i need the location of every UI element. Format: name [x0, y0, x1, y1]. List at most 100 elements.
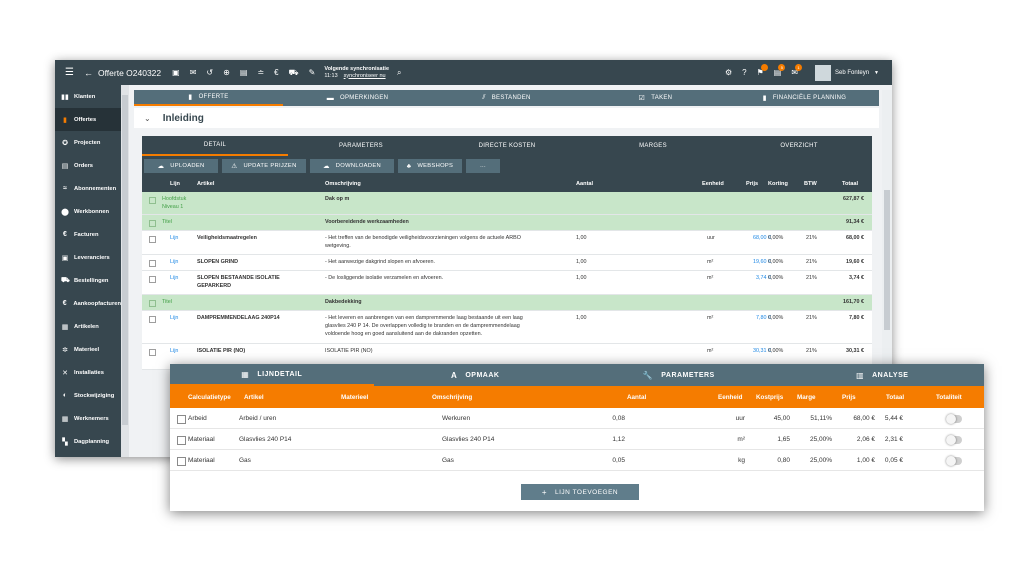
row-type: Titel [162, 219, 172, 225]
row-checkbox[interactable] [149, 197, 156, 204]
tab-financi-le-planning[interactable]: ▮ FINANCIËLE PLANNING [730, 90, 879, 106]
chevron-down-icon[interactable]: ⌄ [144, 114, 151, 123]
panel-tab-analyse[interactable]: ▥ ANALYSE [781, 364, 985, 386]
row-checkbox[interactable] [177, 436, 186, 445]
table-row[interactable]: Lijn SLOPEN BESTAANDE ISOLATIE GEPARKERD - … [142, 271, 872, 295]
sidebar-item-facturen[interactable]: € Facturen [55, 223, 121, 246]
row-type[interactable]: Lijn [170, 259, 178, 266]
panel-row[interactable]: Arbeid Arbeid / uren Werkuren 0,08 uur 45,00 5… [170, 408, 984, 429]
edit-icon[interactable]: ✎ [309, 68, 316, 77]
table-row[interactable]: Titel Voorbereidende werkzaamheden 91,34 € [142, 215, 872, 231]
cloud-download-button[interactable]: ☁ DOWNLOADEN [310, 159, 394, 173]
sidebar-item-dagplanning[interactable]: ▚ Dagplanning [55, 430, 121, 453]
row-checkbox[interactable] [149, 349, 156, 356]
add-line-button[interactable]: + LIJN TOEVOEGEN [521, 484, 639, 500]
convert-icon[interactable]: ≐ [257, 68, 264, 77]
sidebar-item-offertes[interactable]: ▮ Offertes [55, 108, 121, 131]
row-type[interactable]: Lijn [170, 315, 178, 322]
totaliteit-toggle[interactable] [946, 456, 962, 466]
row-checkbox[interactable] [149, 316, 156, 323]
sidebar-item-artikelen[interactable]: ▦ Artikelen [55, 315, 121, 338]
sidebar-item-werkbonnen[interactable]: ⬤ Werkbonnen [55, 200, 121, 223]
totaliteit-toggle[interactable] [946, 435, 962, 445]
euro-icon[interactable]: € [274, 68, 278, 77]
employees-icon: ▦ [61, 415, 69, 423]
back-arrow-icon[interactable]: ← [84, 68, 93, 78]
sidebar-item-installaties[interactable]: ✕ Installaties [55, 361, 121, 384]
row-level: Niveau 1 [162, 204, 184, 210]
tasks-icon[interactable]: ▤ 5 [774, 64, 786, 77]
history-icon[interactable]: ↺ [206, 68, 213, 77]
table-row[interactable]: Lijn DAMPREMMENDELAAG 240P14 - Het leveren… [142, 311, 872, 344]
row-checkbox[interactable] [149, 300, 156, 307]
row-checkbox[interactable] [177, 457, 186, 466]
subtab-overzicht[interactable]: OVERZICHT [726, 136, 872, 156]
save-icon[interactable]: ▣ [172, 68, 180, 77]
cloud-upload-button[interactable]: ☁ UPLOADEN [144, 159, 218, 173]
action-label: WEBSHOPS [417, 163, 454, 169]
tab-taken[interactable]: ☑ TAKEN [581, 90, 730, 106]
search-icon[interactable]: ⌕ [397, 68, 401, 78]
sidebar-item-projecten[interactable]: ✪ Projecten [55, 131, 121, 154]
more-button[interactable]: ... [466, 159, 500, 173]
sidebar-item-werknemers[interactable]: ▦ Werknemers [55, 407, 121, 430]
add-circle-icon[interactable]: ⊕ [223, 68, 230, 77]
sidebar-item-leveranciers[interactable]: ▣ Leveranciers [55, 246, 121, 269]
sidebar-item-materieel[interactable]: ✲ Materieel [55, 338, 121, 361]
settings-icon[interactable]: ⚙ [725, 68, 732, 77]
notifications-icon[interactable]: ⚑ [757, 64, 768, 77]
table-row[interactable]: Lijn SLOPEN GRIND - Het aanwezige dakgrind… [142, 255, 872, 271]
row-description: - Het aanwezige dakgrind slopen en afvoe… [325, 259, 435, 265]
subtab-marges[interactable]: MARGES [580, 136, 726, 156]
row-checkbox[interactable] [149, 220, 156, 227]
table-row[interactable]: Hoofdstuk Niveau 1 Dak op m 627,87 € [142, 192, 872, 215]
row-checkbox[interactable] [149, 236, 156, 243]
col-omschrijving: Omschrijving [325, 181, 361, 187]
table-row[interactable]: Lijn Veiligheidsmaatregelen - Het treffen … [142, 231, 872, 255]
row-checkbox[interactable] [149, 260, 156, 267]
menu-icon[interactable]: ☰ [65, 67, 74, 78]
messages-icon[interactable]: ✉ 1 [791, 64, 803, 77]
print-icon[interactable]: ▤ [240, 68, 248, 77]
sidebar-item-abonnementen[interactable]: ≈ Abonnementen [55, 177, 121, 200]
sidebar-item-aankoopfacturen[interactable]: € Aankoopfacturen [55, 292, 121, 315]
warning-button[interactable]: ⚠ UPDATE PRIJZEN [222, 159, 306, 173]
totaliteit-toggle[interactable] [946, 414, 962, 424]
row-type[interactable]: Lijn [170, 275, 178, 282]
basket-button[interactable]: ♣ WEBSHOPS [398, 159, 462, 173]
sidebar-scrollbar[interactable] [121, 85, 129, 457]
panel-row[interactable]: Materiaal Glasvlies 240 P14 Glasvlies 240 … [170, 429, 984, 450]
mail-icon[interactable]: ✉ [190, 68, 197, 77]
main-scroll-thumb[interactable] [884, 190, 890, 330]
panel-row[interactable]: Materiaal Gas Gas 0,05 kg 0,80 25,00% 1,00 €0,0… [170, 450, 984, 471]
panel-tab-parameters[interactable]: 🔧 PARAMETERS [577, 364, 781, 386]
sidebar-item-klanten[interactable]: ▮▮ Klanten [55, 85, 121, 108]
subtab-directe-kosten[interactable]: DIRECTE KOSTEN [434, 136, 580, 156]
avatar[interactable] [815, 64, 832, 81]
panel-tab-opmaak[interactable]: A OPMAAK [374, 364, 578, 386]
row-checkbox[interactable] [149, 276, 156, 283]
tab-bestanden[interactable]: ⫽ BESTANDEN [432, 90, 581, 106]
tab-opmerkingen[interactable]: ▬ OPMERKINGEN [283, 90, 432, 106]
user-name[interactable]: Seb Fonteyn [835, 70, 869, 76]
panel-row-artikel: Gas [239, 457, 251, 464]
sidebar-item-bestellingen[interactable]: ⛟ Bestellingen [55, 269, 121, 292]
help-icon[interactable]: ? [742, 68, 746, 77]
section-title: Inleiding [162, 112, 204, 124]
table-row[interactable]: Titel Dakbedekking 161,70 € [142, 295, 872, 311]
subtab-parameters[interactable]: PARAMETERS [288, 136, 434, 156]
sidebar-scroll-thumb[interactable] [122, 95, 128, 425]
row-checkbox[interactable] [177, 415, 186, 424]
tab-offerte[interactable]: ▮ OFFERTE [134, 90, 283, 106]
row-type[interactable]: Lijn [170, 348, 178, 355]
sidebar-item-orders[interactable]: ▤ Orders [55, 154, 121, 177]
section-header[interactable]: ⌄ Inleiding [134, 108, 879, 128]
cart-icon[interactable]: ⛟ [289, 68, 299, 78]
chevron-down-icon[interactable]: ▼ [874, 70, 879, 76]
panel-tab-lijndetail[interactable]: ▦ LIJNDETAIL [170, 364, 374, 386]
sidebar-item-label: Werknemers [74, 415, 109, 422]
sidebar-item-stockwijziging[interactable]: ◐ Stockwijziging [55, 384, 121, 407]
subtab-detail[interactable]: DETAIL [142, 136, 288, 156]
row-type[interactable]: Lijn [170, 235, 178, 242]
sync-now-link[interactable]: synchroniseer nu [344, 73, 386, 79]
